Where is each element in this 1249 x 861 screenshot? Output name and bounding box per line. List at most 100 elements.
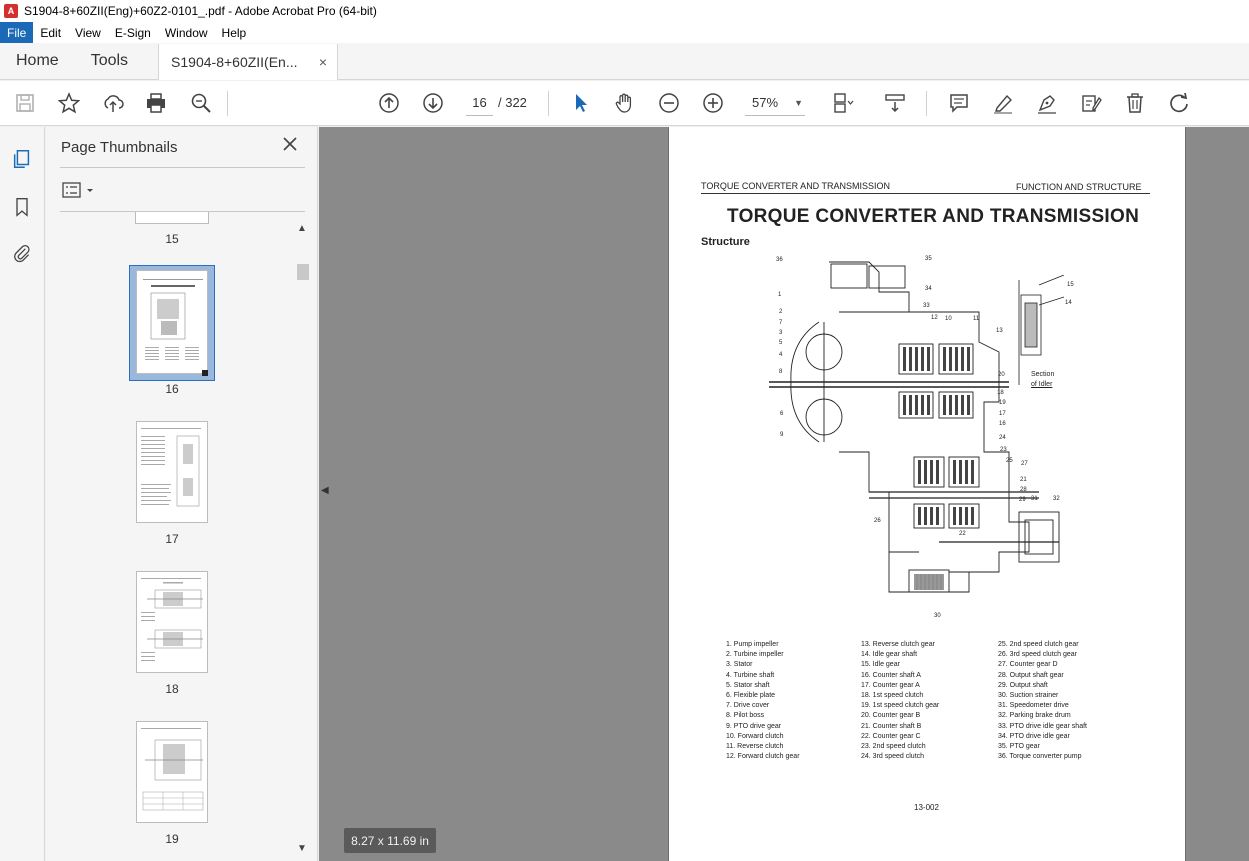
thumbnail-page-19[interactable] — [136, 721, 208, 823]
close-icon[interactable] — [282, 136, 298, 152]
callout-label: 2 — [779, 309, 783, 315]
callout-label: 25 — [1006, 458, 1013, 464]
callout-label: 18 — [997, 390, 1004, 396]
scrollbar-thumb[interactable] — [297, 264, 309, 280]
menu-bar: File Edit View E-Sign Window Help — [0, 22, 1249, 43]
callout-label: 6 — [780, 411, 784, 417]
scroll-down-arrow[interactable]: ▼ — [297, 843, 307, 854]
toolbar-separator — [227, 91, 228, 116]
upload-icon[interactable] — [100, 90, 126, 116]
select-cursor-icon[interactable] — [568, 90, 594, 116]
thumbnail-label: 19 — [165, 832, 179, 846]
callout-label: 35 — [925, 256, 932, 262]
page-down-icon[interactable] — [420, 90, 446, 116]
zoom-dropdown[interactable]: 57% ▼ — [745, 90, 805, 116]
legend-item: 31. Speedometer drive — [998, 702, 1069, 710]
zoom-search-icon[interactable] — [188, 90, 214, 116]
callout-label: 19 — [999, 400, 1006, 406]
star-icon[interactable] — [56, 90, 82, 116]
collapse-panel-icon[interactable]: ◀ — [321, 485, 329, 496]
callout-label: 17 — [999, 411, 1006, 417]
legend-column-2: 13. Reverse clutch gear 14. Idle gear sh… — [861, 640, 939, 762]
delete-icon[interactable] — [1122, 90, 1148, 116]
zoom-in-icon[interactable] — [700, 90, 726, 116]
hand-icon[interactable] — [612, 90, 638, 116]
legend-column-1: 1. Pump impeller 2. Turbine impeller 3. … — [726, 640, 800, 762]
callout-label: 20 — [998, 372, 1005, 378]
menu-help[interactable]: Help — [215, 22, 254, 43]
page-title: TORQUE CONVERTER AND TRANSMISSION — [727, 206, 1140, 227]
page-number-input[interactable] — [466, 90, 493, 116]
print-icon[interactable] — [143, 90, 169, 116]
legend-item: 17. Counter gear A — [861, 681, 920, 689]
legend-item: 13. Reverse clutch gear — [861, 641, 935, 648]
scroll-up-arrow[interactable]: ▲ — [297, 223, 307, 234]
callout-label: 12 — [931, 315, 938, 321]
legend-item: 3. Stator — [726, 661, 753, 669]
callout-label: 28 — [1020, 487, 1027, 493]
callout-label: 11 — [973, 316, 980, 322]
thumbnail-options-button[interactable] — [62, 181, 96, 199]
panel-divider — [60, 167, 305, 168]
page-header-right: FUNCTION AND STRUCTURE — [1016, 182, 1142, 192]
scroll-mode-icon[interactable] — [882, 90, 908, 116]
callout-label: 7 — [779, 320, 783, 326]
comment-icon[interactable] — [946, 90, 972, 116]
document-viewport[interactable]: TORQUE CONVERTER AND TRANSMISSION FUNCTI… — [319, 127, 1249, 861]
thumbnail-page-16[interactable] — [136, 270, 208, 374]
menu-esign[interactable]: E-Sign — [108, 22, 158, 43]
callout-label: 27 — [1021, 461, 1028, 467]
title-bar: A S1904-8+60ZII(Eng)+60Z2-0101_.pdf - Ad… — [0, 0, 1249, 22]
rotate-icon[interactable] — [1166, 90, 1192, 116]
menu-edit[interactable]: Edit — [33, 22, 68, 43]
thumbnail-label: 16 — [165, 382, 179, 396]
toolbar — [0, 81, 1249, 126]
highlight-icon[interactable] — [990, 90, 1016, 116]
legend-item: 34. PTO drive idle gear — [998, 732, 1070, 740]
attachment-icon[interactable] — [10, 241, 34, 265]
callout-label: 36 — [776, 257, 783, 263]
acrobat-logo-icon: A — [4, 4, 18, 18]
legend-item: 22. Counter gear C — [861, 732, 921, 740]
edit-pdf-icon[interactable] — [1078, 90, 1104, 116]
thumbnail-label: 18 — [165, 682, 179, 696]
thumbnail-page-15[interactable] — [135, 212, 209, 224]
thumbnail-page-18[interactable] — [136, 571, 208, 673]
tab-tools[interactable]: Tools — [75, 43, 144, 79]
tab-home[interactable]: Home — [0, 43, 75, 79]
callout-label: 22 — [959, 531, 966, 537]
close-tab-icon[interactable]: × — [319, 54, 327, 70]
legend-item: 20. Counter gear B — [861, 712, 921, 720]
callout-label: 26 — [874, 518, 881, 524]
legend-item: 1. Pump impeller — [726, 641, 779, 648]
page-thumbnails-icon[interactable] — [10, 147, 34, 171]
tab-document[interactable]: S1904-8+60ZII(En... × — [158, 44, 339, 80]
legend-item: 14. Idle gear shaft — [861, 651, 918, 659]
legend-item: 23. 2nd speed clutch — [861, 743, 926, 751]
page-up-icon[interactable] — [376, 90, 402, 116]
menu-file[interactable]: File — [0, 22, 34, 43]
legend-item: 8. Pilot boss — [726, 712, 765, 720]
bookmark-icon[interactable] — [10, 195, 34, 219]
legend-item: 9. PTO drive gear — [726, 722, 782, 730]
callout-label: 21 — [1020, 477, 1027, 483]
zoom-out-icon[interactable] — [656, 90, 682, 116]
save-icon[interactable] — [12, 90, 38, 116]
sign-icon[interactable] — [1034, 90, 1060, 116]
callout-label: 3 — [779, 330, 783, 336]
toolbar-separator — [926, 91, 927, 116]
thumbnail-page-marker — [202, 370, 208, 376]
callout-label: 34 — [925, 286, 932, 292]
callout-label: 31 — [1031, 496, 1038, 502]
page-header-left: TORQUE CONVERTER AND TRANSMISSION — [701, 181, 891, 191]
menu-view[interactable]: View — [68, 22, 108, 43]
callout-label: 13 — [996, 328, 1003, 334]
page-display-icon[interactable] — [830, 90, 856, 116]
callout-label: 16 — [999, 421, 1006, 427]
callout-label: 4 — [779, 352, 783, 358]
menu-window[interactable]: Window — [158, 22, 215, 43]
idler-caption: Section of Idler — [1031, 370, 1054, 390]
idler-caption-line1: Section — [1031, 371, 1055, 378]
header-rule — [701, 193, 1150, 194]
thumbnail-page-17[interactable] — [136, 421, 208, 523]
